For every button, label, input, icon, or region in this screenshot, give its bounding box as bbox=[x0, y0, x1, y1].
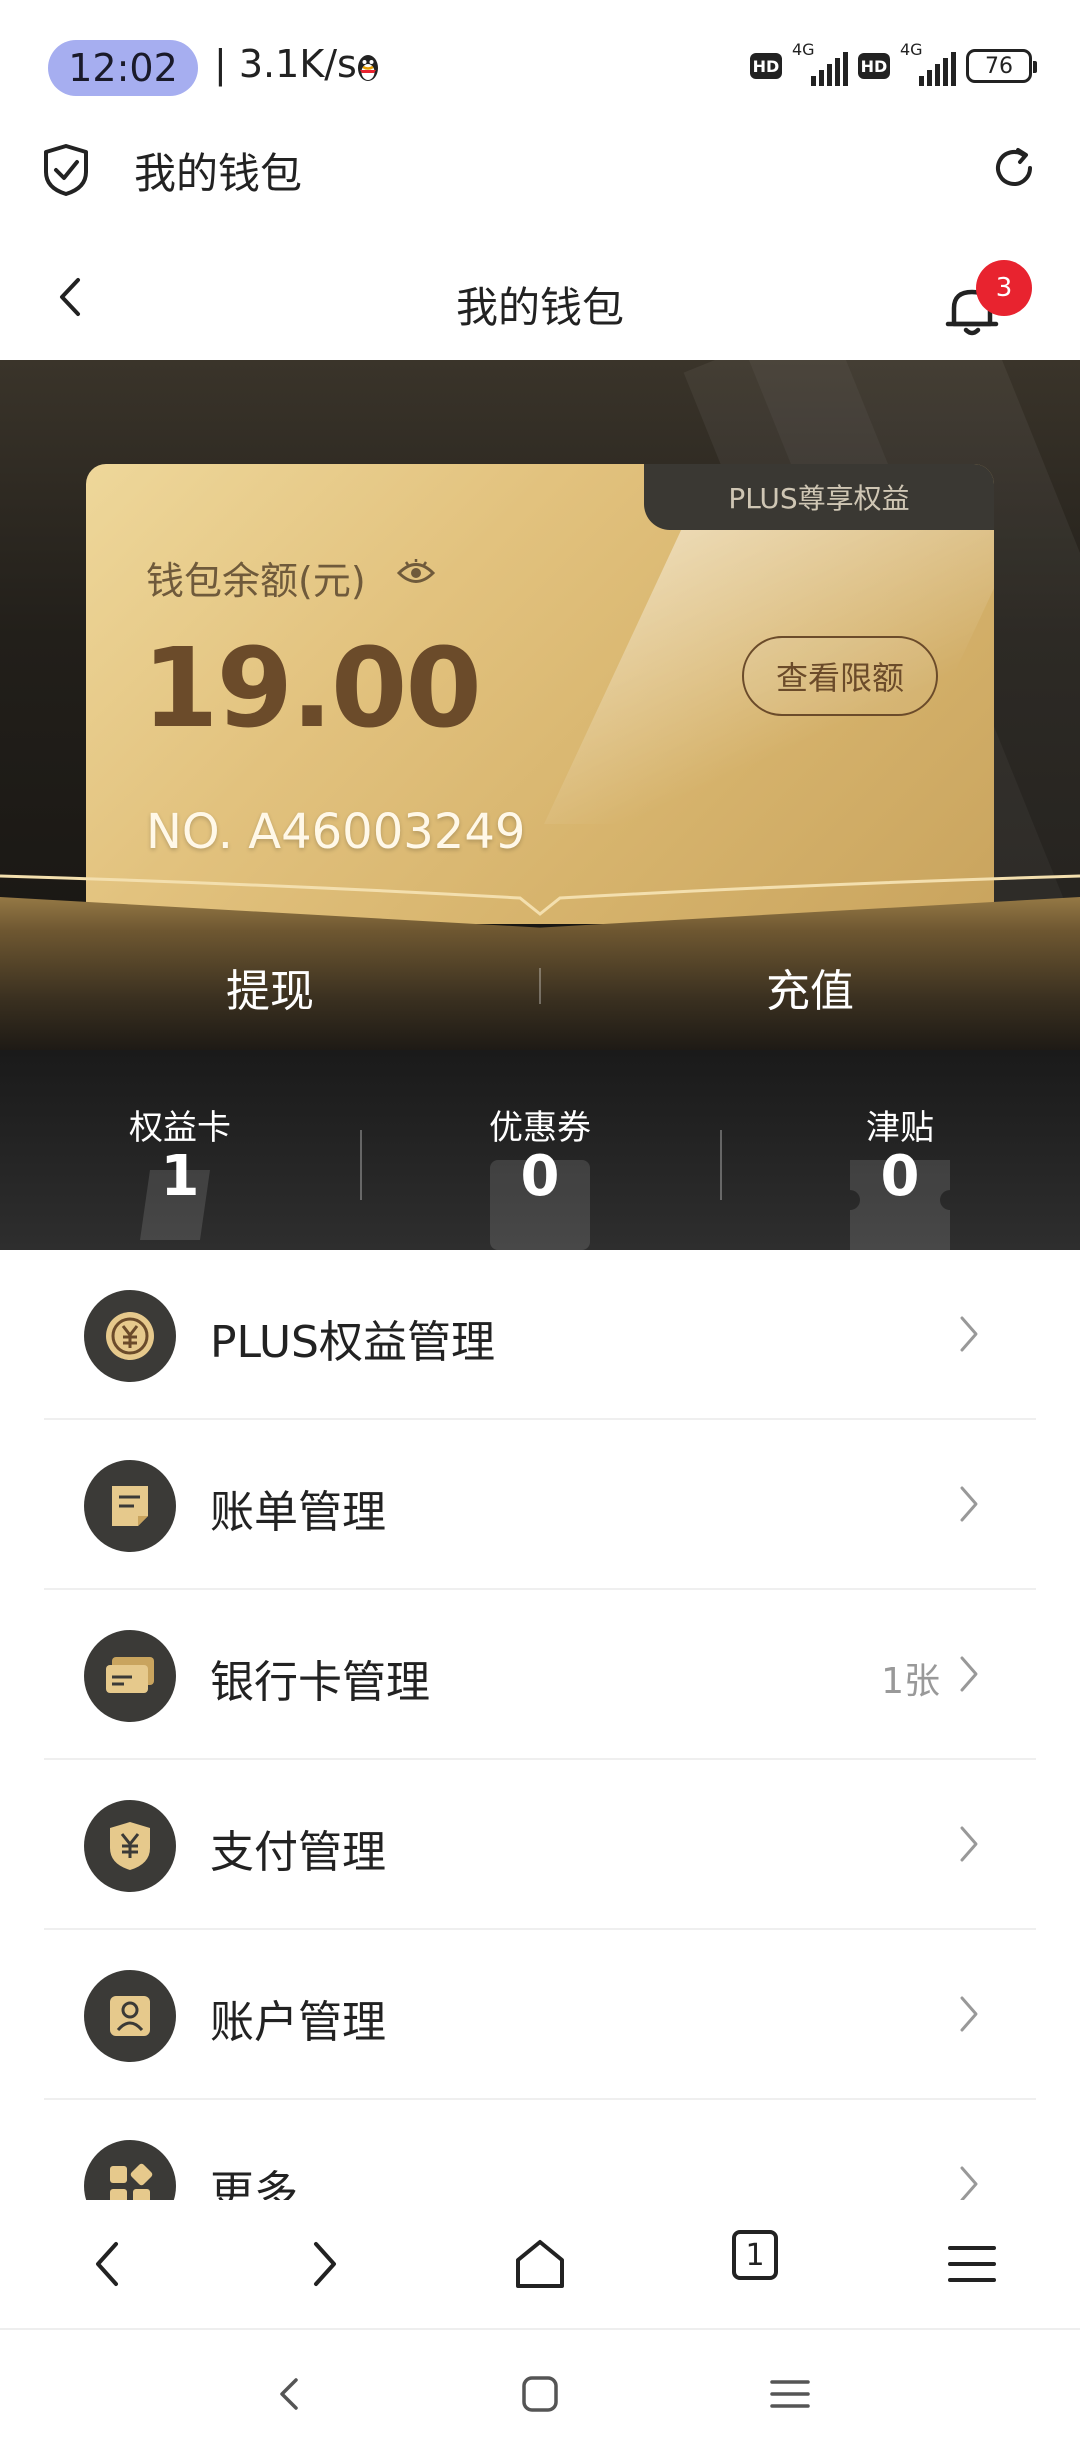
menu-item-label: 更多 bbox=[210, 2167, 298, 2200]
refresh-icon[interactable] bbox=[988, 142, 1040, 194]
system-navigation-bar bbox=[0, 2332, 1080, 2460]
wallet-menu-list: PLUS权益管理 账单管理 银行卡管理 1张 支付管理 账户管理 更多 bbox=[0, 1250, 1080, 2200]
signal-icon: 4G bbox=[792, 40, 848, 86]
chevron-right-icon bbox=[960, 1316, 978, 1352]
stat-value: 1 bbox=[160, 1144, 200, 1209]
status-indicators: HD 4G HD 4G 76 bbox=[750, 40, 1037, 86]
balance-amount: 19.00 bbox=[142, 624, 482, 752]
browser-title-bar: 我的钱包 bbox=[0, 130, 1080, 250]
menu-item-bank-cards[interactable]: 银行卡管理 1张 bbox=[44, 1590, 1036, 1760]
grid-icon bbox=[84, 2140, 176, 2200]
menu-item-label: 账户管理 bbox=[210, 1997, 386, 2048]
system-recents-icon[interactable] bbox=[768, 2372, 812, 2416]
plus-benefits-tab[interactable]: PLUS尊享权益 bbox=[644, 464, 994, 530]
notification-badge: 3 bbox=[976, 260, 1032, 316]
stat-label: 优惠券 bbox=[489, 1108, 591, 1148]
wallet-card: PLUS尊享权益 钱包余额(元) 19.00 查看限额 NO. A4600324… bbox=[86, 464, 994, 924]
system-back-icon[interactable] bbox=[268, 2372, 312, 2416]
menu-item-plus-benefits[interactable]: PLUS权益管理 bbox=[44, 1250, 1036, 1420]
stat-coupons[interactable]: 优惠券 0 bbox=[360, 1050, 720, 1250]
status-net-speed: | 3.1K/s bbox=[214, 42, 357, 86]
stat-benefit-cards[interactable]: 权益卡 1 bbox=[0, 1050, 360, 1250]
browser-toolbar: 1 bbox=[0, 2200, 1080, 2330]
menu-item-more[interactable]: 更多 bbox=[44, 2100, 1036, 2200]
battery-icon: 76 bbox=[966, 49, 1037, 83]
shield-check-icon[interactable] bbox=[40, 142, 92, 198]
menu-item-label: 银行卡管理 bbox=[210, 1657, 430, 1708]
recharge-button[interactable]: 充值 bbox=[540, 955, 1080, 1019]
menu-item-bills[interactable]: 账单管理 bbox=[44, 1420, 1036, 1590]
signal-icon-2: 4G bbox=[900, 40, 956, 86]
wallet-hero: PLUS尊享权益 钱包余额(元) 19.00 查看限额 NO. A4600324… bbox=[0, 360, 1080, 1250]
balance-label: 钱包余额(元) bbox=[146, 559, 366, 603]
view-limit-button[interactable]: 查看限额 bbox=[742, 636, 938, 716]
browser-page-title: 我的钱包 bbox=[134, 149, 303, 198]
yuan-shield-icon bbox=[84, 1800, 176, 1892]
tabs-button[interactable]: 1 bbox=[732, 2230, 778, 2280]
card-number: NO. A46003249 bbox=[146, 804, 526, 860]
menu-icon[interactable] bbox=[940, 2232, 1004, 2296]
stat-label: 权益卡 bbox=[129, 1108, 231, 1148]
hd-badge: HD bbox=[750, 53, 782, 79]
withdraw-button[interactable]: 提现 bbox=[0, 955, 540, 1019]
browser-forward-icon[interactable] bbox=[292, 2232, 356, 2296]
browser-back-icon[interactable] bbox=[76, 2232, 140, 2296]
status-time: 12:02 bbox=[48, 40, 198, 96]
chevron-right-icon bbox=[960, 1486, 978, 1522]
bank-card-icon bbox=[84, 1630, 176, 1722]
page-header: 我的钱包 3 bbox=[0, 250, 1080, 360]
menu-item-label: PLUS权益管理 bbox=[210, 1317, 495, 1368]
page-title: 我的钱包 bbox=[455, 283, 624, 332]
chevron-right-icon bbox=[960, 2166, 978, 2200]
menu-item-label: 账单管理 bbox=[210, 1487, 386, 1538]
stats-row: 权益卡 1 优惠券 0 津贴 0 bbox=[0, 1050, 1080, 1250]
hd-badge-2: HD bbox=[858, 53, 890, 79]
status-bar: 12:02 | 3.1K/s HD 4G HD 4G 76 bbox=[0, 0, 1080, 130]
menu-item-account[interactable]: 账户管理 bbox=[44, 1930, 1036, 2100]
menu-item-label: 支付管理 bbox=[210, 1827, 386, 1878]
band-edge-decoration bbox=[0, 874, 1080, 916]
battery-level: 76 bbox=[985, 53, 1013, 79]
account-icon bbox=[84, 1970, 176, 2062]
system-home-icon[interactable] bbox=[518, 2372, 562, 2416]
home-icon[interactable] bbox=[508, 2232, 572, 2296]
chevron-right-icon bbox=[960, 1826, 978, 1862]
yuan-coin-icon bbox=[84, 1290, 176, 1382]
stat-allowance[interactable]: 津贴 0 bbox=[720, 1050, 1080, 1250]
bill-icon bbox=[84, 1460, 176, 1552]
stat-label: 津贴 bbox=[866, 1108, 934, 1148]
eye-icon[interactable] bbox=[396, 558, 436, 588]
bank-card-count: 1张 bbox=[881, 1661, 940, 1702]
qq-penguin-icon bbox=[358, 55, 378, 81]
stat-value: 0 bbox=[880, 1144, 920, 1209]
notifications-button[interactable]: 3 bbox=[942, 260, 1032, 340]
chevron-right-icon bbox=[960, 1656, 978, 1692]
stat-value: 0 bbox=[520, 1144, 560, 1209]
chevron-right-icon bbox=[960, 1996, 978, 2032]
menu-item-payment[interactable]: 支付管理 bbox=[44, 1760, 1036, 1930]
